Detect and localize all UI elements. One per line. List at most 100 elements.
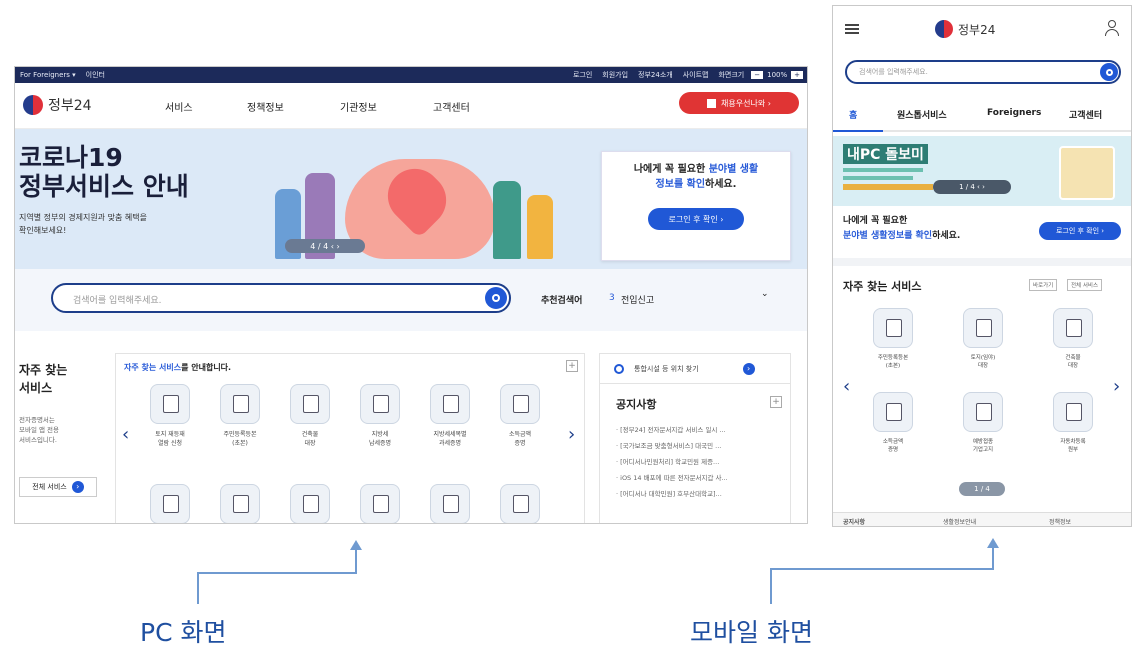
gov-emblem-icon bbox=[935, 20, 953, 38]
tab-life-info[interactable]: 생활정보안내 bbox=[943, 517, 976, 526]
mobile-banner[interactable]: 내PC 돌보미 1 / 4 ‹ › bbox=[833, 136, 1131, 206]
user-icon[interactable] bbox=[1105, 20, 1119, 36]
recommended-rank: 3 bbox=[609, 293, 615, 303]
service-item[interactable]: 예방접종 기업고지 bbox=[959, 392, 1007, 454]
service-item[interactable] bbox=[216, 484, 264, 523]
shortcut-toggle[interactable]: 바로가기 bbox=[1029, 279, 1058, 291]
notice-item[interactable]: · [정부24] 전자문서지갑 서비스 일시 ... bbox=[616, 422, 786, 438]
frequent-services-heading: 자주 찾는 서비스 bbox=[19, 363, 68, 395]
login-link[interactable]: 로그인 bbox=[573, 70, 592, 80]
chevron-left-icon[interactable]: ‹ bbox=[843, 376, 850, 397]
notice-banner-button[interactable]: 채용우선나와 › bbox=[679, 92, 799, 114]
nav-agency[interactable]: 기관정보 bbox=[340, 99, 377, 114]
service-item[interactable]: 지방세세목별 과세증명 bbox=[426, 384, 474, 448]
search-button[interactable] bbox=[485, 287, 507, 309]
search-input[interactable]: 검색어를 입력해주세요. bbox=[51, 283, 511, 313]
tab-onestop[interactable]: 원스톱서비스 bbox=[897, 108, 947, 121]
callout-line bbox=[197, 572, 199, 604]
mobile-svc-pager[interactable]: 1 / 4 bbox=[959, 482, 1005, 496]
hero-pager[interactable]: 4 / 4 ‹ › bbox=[285, 239, 365, 253]
service-item[interactable]: 지방세 납세증명 bbox=[356, 384, 404, 448]
arrow-up-icon bbox=[350, 540, 362, 550]
zoom-label: 화면크기 bbox=[718, 71, 745, 79]
car-document-icon bbox=[1053, 392, 1093, 432]
services-panel: 자주 찾는 서비스를 안내합니다. + ‹ › 토지 재등재 열람 신청 주민등록… bbox=[115, 353, 585, 523]
chevron-right-icon[interactable]: › bbox=[568, 424, 575, 445]
document-icon bbox=[220, 484, 260, 523]
service-item[interactable]: 토지(임야) 대장 bbox=[959, 308, 1007, 370]
graduation-cap-icon bbox=[150, 484, 190, 523]
tab-customer[interactable]: 고객센터 bbox=[1069, 108, 1102, 121]
house-illustration bbox=[1059, 146, 1115, 200]
id-card-icon bbox=[220, 384, 260, 424]
foreigners-menu[interactable]: For Foreigners ▾ bbox=[20, 71, 76, 79]
zoom-minus-button[interactable]: − bbox=[751, 71, 764, 79]
locator-bar[interactable]: 통합시설 등 위치 찾기 › bbox=[600, 354, 790, 384]
service-item[interactable]: 건축물 대장 bbox=[1049, 308, 1097, 370]
service-item[interactable] bbox=[356, 484, 404, 523]
all-services-button[interactable]: 전체 서비스 › bbox=[19, 477, 97, 497]
nav-policy[interactable]: 정책정보 bbox=[247, 99, 284, 114]
chevron-down-icon[interactable]: ⌄ bbox=[761, 289, 769, 299]
service-item[interactable]: 자동차등록 원부 bbox=[1049, 392, 1097, 454]
notice-banner-label: 채용우선나와 › bbox=[721, 98, 771, 108]
id-card-icon bbox=[963, 392, 1003, 432]
document-search-icon bbox=[290, 384, 330, 424]
search-icon bbox=[492, 294, 500, 302]
mobile-search-input[interactable]: 검색어를 입력해주세요. bbox=[845, 60, 1121, 84]
service-item[interactable] bbox=[146, 484, 194, 523]
service-item[interactable]: 소득금액 증명 bbox=[496, 384, 544, 448]
banner-pager[interactable]: 1 / 4 ‹ › bbox=[933, 180, 1011, 194]
tab-foreigners[interactable]: Foreigners bbox=[987, 108, 1041, 118]
plus-icon[interactable]: + bbox=[566, 360, 578, 372]
banner-text-placeholder bbox=[843, 176, 913, 180]
gov24-logo[interactable]: 정부24 bbox=[23, 95, 92, 115]
chevron-left-icon[interactable]: ‹ bbox=[122, 424, 129, 445]
id-card-icon bbox=[873, 308, 913, 348]
chevron-right-icon[interactable]: › bbox=[1113, 376, 1120, 397]
pc-screenshot: For Foreigners ▾ 이인터 로그인 회원가입 정부24소개 사이트… bbox=[14, 66, 808, 524]
notice-item[interactable]: · [국가보조금 맞춤형서비스] 대국민 ... bbox=[616, 438, 786, 454]
service-item[interactable]: 주민등록등본 (초본) bbox=[869, 308, 917, 370]
login-check-button[interactable]: 로그인 후 확인 › bbox=[648, 208, 744, 230]
mobile-login-check-button[interactable]: 로그인 후 확인 › bbox=[1039, 222, 1121, 240]
service-item[interactable]: 건축물 대장 bbox=[286, 384, 334, 448]
recommended-keyword[interactable]: 전입신고 bbox=[621, 293, 654, 306]
building-icon bbox=[500, 484, 540, 523]
login-info-card: 나에게 꼭 필요한 분야별 생활 정보를 확인하세요. 로그인 후 확인 › bbox=[601, 151, 791, 261]
notice-item[interactable]: · iOS 14 배포에 따른 전자문서지갑 사... bbox=[616, 470, 786, 486]
service-item[interactable]: 토지 재등재 열람 신청 bbox=[146, 384, 194, 448]
about-link[interactable]: 정부24소개 bbox=[638, 70, 673, 80]
tab-policy-info[interactable]: 정책정보 bbox=[1049, 517, 1071, 526]
all-services-toggle[interactable]: 전체 서비스 bbox=[1067, 279, 1103, 291]
search-placeholder: 검색어를 입력해주세요. bbox=[859, 68, 928, 76]
services-panel-title: 자주 찾는 서비스를 안내합니다. bbox=[124, 363, 232, 372]
notice-item[interactable]: · [어디서나민원처리] 학교민원 제증... bbox=[616, 454, 786, 470]
lower-content: 자주 찾는 서비스 전자증명서는 모바일 앱 전용 서비스입니다. 전체 서비스 › … bbox=[15, 331, 807, 523]
tab-home[interactable]: 홈 bbox=[849, 108, 857, 121]
notice-banner-icon bbox=[707, 98, 717, 108]
banner-text-placeholder bbox=[843, 168, 923, 172]
notice-panel: 통합시설 등 위치 찾기 › 공지사항 + · [정부24] 전자문서지갑 서비… bbox=[599, 353, 791, 523]
tab-underline bbox=[833, 130, 1131, 132]
tab-notices[interactable]: 공지사항 bbox=[843, 517, 865, 526]
service-item[interactable] bbox=[496, 484, 544, 523]
callout-line bbox=[770, 568, 772, 604]
signup-link[interactable]: 회원가입 bbox=[602, 70, 628, 80]
nav-customer[interactable]: 고객센터 bbox=[433, 99, 470, 114]
gov24-logo[interactable]: 정부24 bbox=[935, 20, 995, 38]
sitemap-link[interactable]: 사이트맵 bbox=[683, 70, 709, 80]
search-button[interactable] bbox=[1100, 63, 1118, 81]
mobile-screenshot: 정부24 검색어를 입력해주세요. 홈 원스톱서비스 Foreigners 고객… bbox=[832, 5, 1132, 527]
service-item[interactable]: 소득금액 증명 bbox=[869, 392, 917, 454]
service-item[interactable] bbox=[286, 484, 334, 523]
callout-line bbox=[770, 568, 994, 570]
plus-icon[interactable]: + bbox=[770, 396, 782, 408]
nav-services[interactable]: 서비스 bbox=[165, 99, 193, 114]
utility-link[interactable]: 이인터 bbox=[86, 70, 105, 80]
service-item[interactable]: 주민등록등본 (초본) bbox=[216, 384, 264, 448]
hamburger-menu-icon[interactable] bbox=[845, 24, 859, 34]
notice-item[interactable]: · [어디서나 대학민원] 호부산대학교]... bbox=[616, 486, 786, 502]
service-item[interactable] bbox=[426, 484, 474, 523]
zoom-plus-button[interactable]: + bbox=[791, 71, 803, 79]
